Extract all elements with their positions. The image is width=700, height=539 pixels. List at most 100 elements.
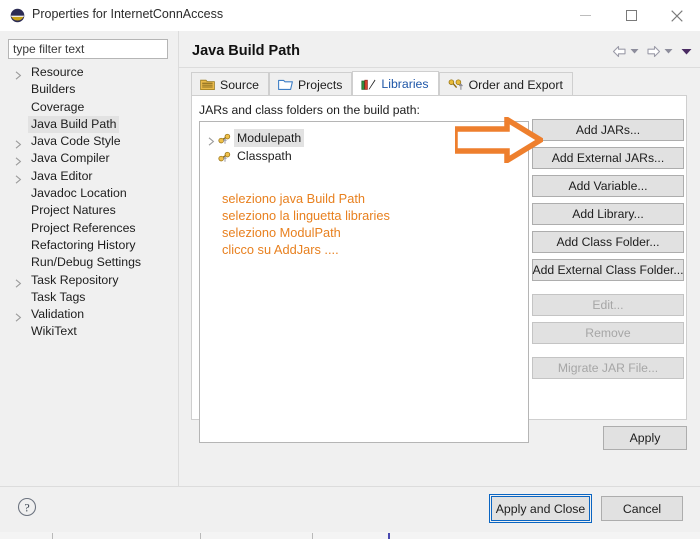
chevron-right-icon[interactable] — [15, 310, 22, 322]
background-tick — [388, 533, 390, 539]
filter-input[interactable]: type filter text — [8, 39, 168, 59]
sidebar-item-label: Validation — [31, 307, 85, 322]
page-nav-controls[interactable] — [612, 41, 692, 61]
maximize-button[interactable] — [608, 0, 654, 31]
remove-button: Remove — [532, 322, 684, 344]
settings-sidebar: type filter text Resource Builders Coverag… — [0, 31, 179, 486]
sidebar-item-label: Project References — [31, 220, 136, 235]
sidebar-item-label: Project Natures — [31, 203, 116, 218]
add-class-folder-button[interactable]: Add Class Folder... — [532, 231, 684, 253]
settings-page: Java Build Path Source Projects Librarie… — [179, 31, 700, 486]
build-path-row-classpath[interactable]: Classpath — [200, 147, 528, 165]
add-jars-button[interactable]: Add JARs... — [532, 119, 684, 141]
button-label: Add Library... — [572, 207, 644, 221]
button-label: Remove — [585, 326, 631, 340]
sidebar-item-project-natures[interactable]: Project Natures — [0, 202, 178, 219]
tab-label: Order and Export — [468, 77, 563, 92]
annotation-note-line: seleziono la linguetta libraries — [222, 208, 390, 223]
button-label: Add External Class Folder... — [532, 263, 684, 277]
sidebar-item-validation[interactable]: Validation — [0, 306, 178, 323]
dialog-footer: ? Apply and Close Cancel — [0, 486, 700, 532]
button-label: Add Variable... — [568, 179, 648, 193]
annotation-note-line: seleziono java Build Path — [222, 191, 365, 206]
source-folder-icon — [200, 78, 215, 91]
tab-label: Libraries — [381, 77, 429, 91]
libraries-icon — [361, 78, 376, 91]
help-icon[interactable]: ? — [17, 497, 37, 522]
sidebar-item-resource[interactable]: Resource — [0, 64, 178, 81]
tab-label: Source — [220, 77, 259, 92]
forward-dropdown-chevron-down-icon[interactable] — [664, 48, 673, 54]
sidebar-item-label: Builders — [31, 82, 76, 97]
sidebar-item-task-tags[interactable]: Task Tags — [0, 289, 178, 306]
sidebar-item-label: Refactoring History — [31, 237, 136, 252]
minimize-icon — [579, 15, 591, 16]
order-export-icon — [448, 78, 464, 91]
background-tick — [312, 533, 313, 539]
sidebar-item-java-build-path[interactable]: Java Build Path — [0, 115, 178, 134]
button-label: Edit... — [592, 298, 624, 312]
tab-projects[interactable]: Projects — [268, 72, 353, 96]
header-divider — [179, 67, 700, 68]
background-tick — [200, 533, 201, 539]
button-label: Migrate JAR File... — [557, 361, 659, 375]
apply-button[interactable]: Apply — [603, 426, 687, 450]
svg-text:?: ? — [24, 500, 29, 514]
sidebar-item-coverage[interactable]: Coverage — [0, 99, 178, 116]
sidebar-item-refactoring-history[interactable]: Refactoring History — [0, 237, 178, 254]
view-menu-icon[interactable] — [681, 48, 692, 55]
build-path-row-modulepath[interactable]: Modulepath — [200, 129, 528, 147]
add-external-jars-button[interactable]: Add External JARs... — [532, 147, 684, 169]
add-variable-button[interactable]: Add Variable... — [532, 175, 684, 197]
classpath-icon — [218, 150, 231, 168]
sidebar-item-java-compiler[interactable]: Java Compiler — [0, 150, 178, 167]
sidebar-item-builders[interactable]: Builders — [0, 81, 178, 98]
background-tick — [52, 533, 53, 539]
properties-dialog: Properties for InternetConnAccess type f… — [0, 0, 700, 539]
tab-bar[interactable]: Source Projects Libraries Order and Export — [191, 71, 573, 96]
sidebar-item-java-editor[interactable]: Java Editor — [0, 168, 178, 185]
page-title: Java Build Path — [192, 43, 300, 59]
panel-label: JARs and class folders on the build path… — [199, 103, 420, 117]
chevron-right-icon[interactable] — [15, 68, 22, 80]
annotation-notes: seleziono java Build Path seleziono la li… — [222, 190, 512, 258]
chevron-right-icon[interactable] — [15, 137, 22, 149]
tab-label: Projects — [297, 77, 343, 92]
tab-libraries[interactable]: Libraries — [352, 71, 439, 96]
close-button[interactable] — [654, 0, 700, 31]
sidebar-item-label: Resource — [31, 65, 84, 79]
sidebar-item-label: WikiText — [31, 324, 77, 339]
sidebar-item-task-repository[interactable]: Task Repository — [0, 272, 178, 289]
title-bar: Properties for InternetConnAccess — [0, 0, 700, 32]
chevron-right-icon[interactable] — [15, 172, 22, 184]
add-external-class-folder-button[interactable]: Add External Class Folder... — [532, 259, 684, 281]
sidebar-item-label: Task Tags — [31, 289, 86, 304]
sidebar-item-wikitext[interactable]: WikiText — [0, 323, 178, 340]
tab-source[interactable]: Source — [191, 72, 269, 96]
chevron-right-icon[interactable] — [15, 154, 22, 167]
sidebar-item-label: Coverage — [31, 99, 85, 114]
cancel-button[interactable]: Cancel — [601, 496, 683, 521]
build-path-tree[interactable]: Modulepath Classpath seleziono java Build… — [199, 121, 529, 443]
edit-button: Edit... — [532, 294, 684, 316]
back-arrow-icon[interactable] — [612, 45, 627, 58]
sidebar-item-label: Java Compiler — [31, 151, 110, 166]
sidebar-item-java-code-style[interactable]: Java Code Style — [0, 133, 178, 150]
sidebar-item-project-references[interactable]: Project References — [0, 220, 178, 237]
sidebar-item-run-debug-settings[interactable]: Run/Debug Settings — [0, 254, 178, 271]
back-dropdown-chevron-down-icon[interactable] — [630, 48, 639, 54]
sidebar-item-label: Javadoc Location — [31, 186, 127, 201]
forward-arrow-icon[interactable] — [646, 45, 661, 58]
build-path-row-label: Classpath — [237, 149, 292, 163]
tab-order-and-export[interactable]: Order and Export — [438, 72, 573, 96]
build-path-actions[interactable]: Add JARs... Add External JARs... Add Varia… — [532, 119, 684, 385]
sidebar-item-label: Task Repository — [31, 272, 119, 287]
button-label: Add Class Folder... — [556, 235, 660, 249]
apply-and-close-button[interactable]: Apply and Close — [489, 494, 592, 523]
sidebar-item-label: Java Build Path — [28, 115, 120, 134]
settings-tree[interactable]: Resource Builders Coverage Java Build Path J… — [0, 64, 178, 341]
add-library-button[interactable]: Add Library... — [532, 203, 684, 225]
chevron-right-icon[interactable] — [15, 276, 22, 288]
sidebar-item-javadoc-location[interactable]: Javadoc Location — [0, 185, 178, 202]
minimize-button[interactable] — [562, 0, 608, 31]
